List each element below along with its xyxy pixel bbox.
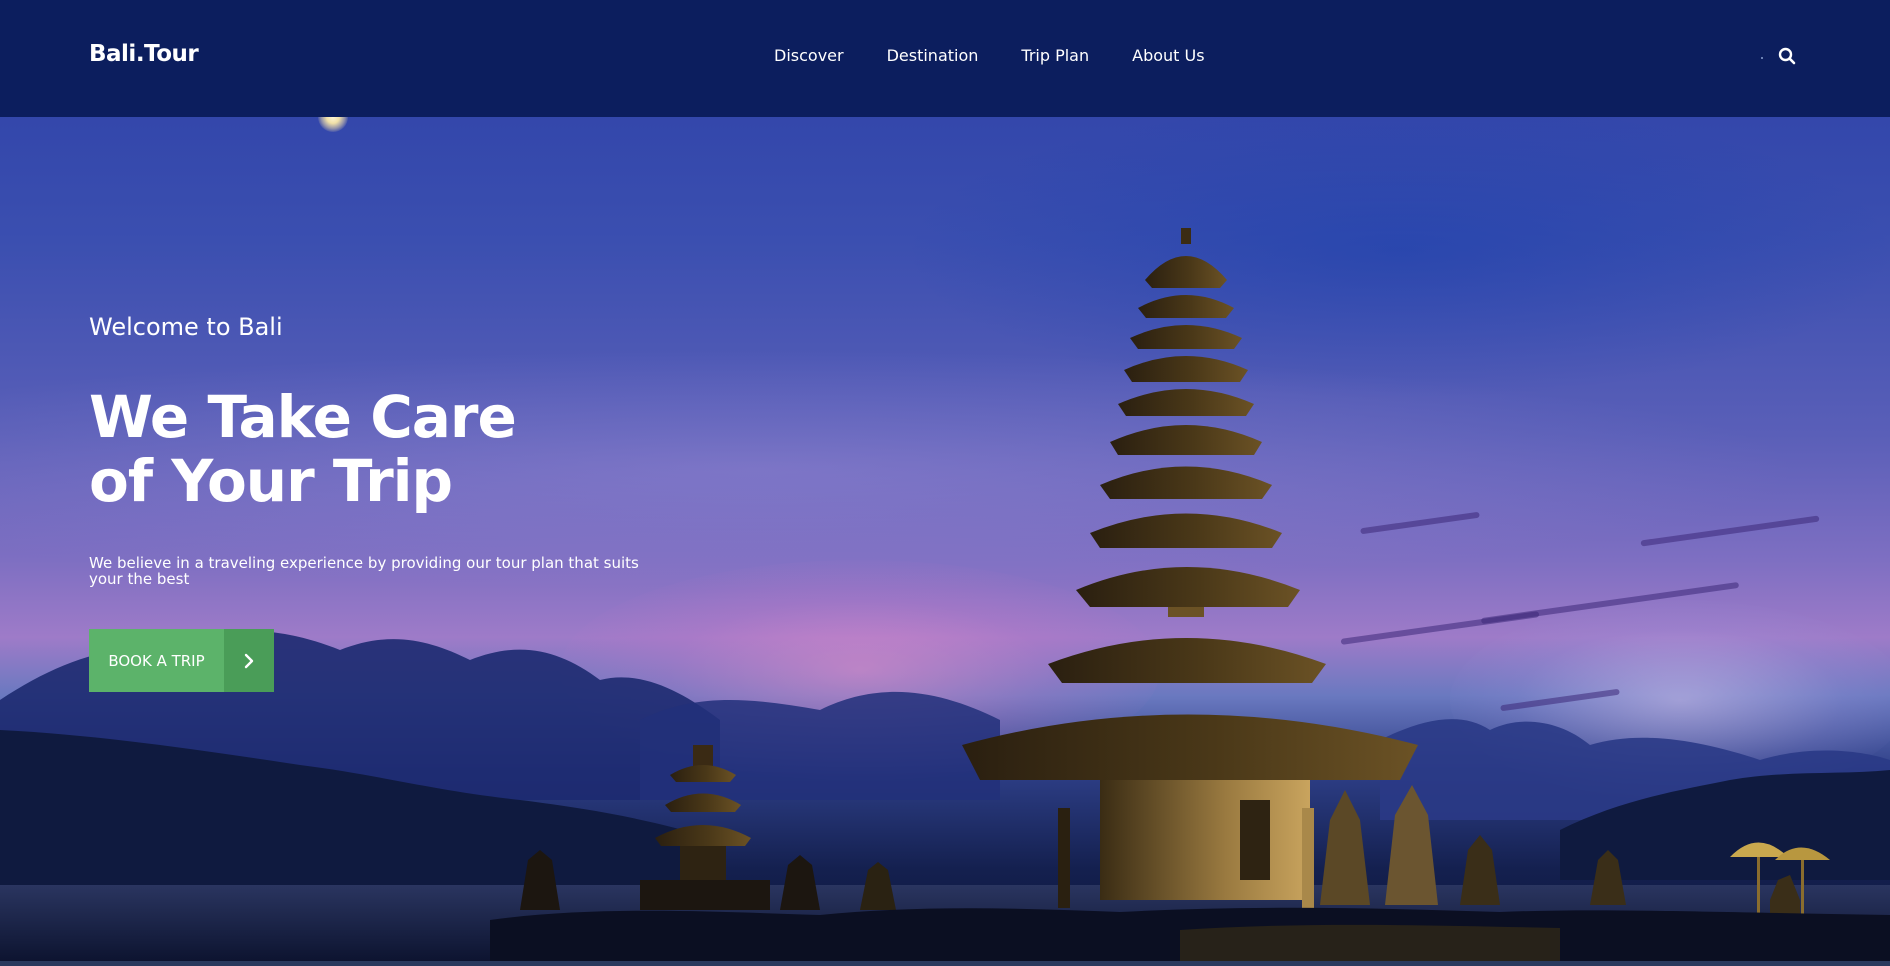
hero-headline: We Take Care of Your Trip: [89, 385, 689, 513]
nav-item-destination[interactable]: Destination: [887, 46, 979, 65]
top-nav-bar: Bali.Tour Discover Destination Trip Plan…: [0, 0, 1890, 117]
hero-page: Bali.Tour Discover Destination Trip Plan…: [0, 0, 1890, 966]
hero-subtext: We believe in a traveling experience by …: [89, 554, 639, 588]
search-icon: [1778, 47, 1796, 65]
page-bottom-border: [0, 961, 1890, 966]
hero-headline-line1: We Take Care: [89, 383, 517, 451]
nav-item-trip-plan[interactable]: Trip Plan: [1021, 46, 1089, 65]
site-logo[interactable]: Bali.Tour: [89, 41, 199, 67]
search-button[interactable]: [1778, 47, 1796, 65]
book-trip-label: BOOK A TRIP: [89, 629, 224, 692]
hero-headline-line2: of Your Trip: [89, 447, 453, 515]
book-trip-button[interactable]: BOOK A TRIP: [89, 629, 274, 692]
nav-indicator-dot: [1761, 57, 1763, 59]
hero-welcome: Welcome to Bali: [89, 313, 283, 341]
main-nav: Discover Destination Trip Plan About Us: [774, 46, 1248, 65]
nav-item-about-us[interactable]: About Us: [1132, 46, 1204, 65]
chevron-right-icon: [224, 629, 274, 692]
nav-item-discover[interactable]: Discover: [774, 46, 844, 65]
